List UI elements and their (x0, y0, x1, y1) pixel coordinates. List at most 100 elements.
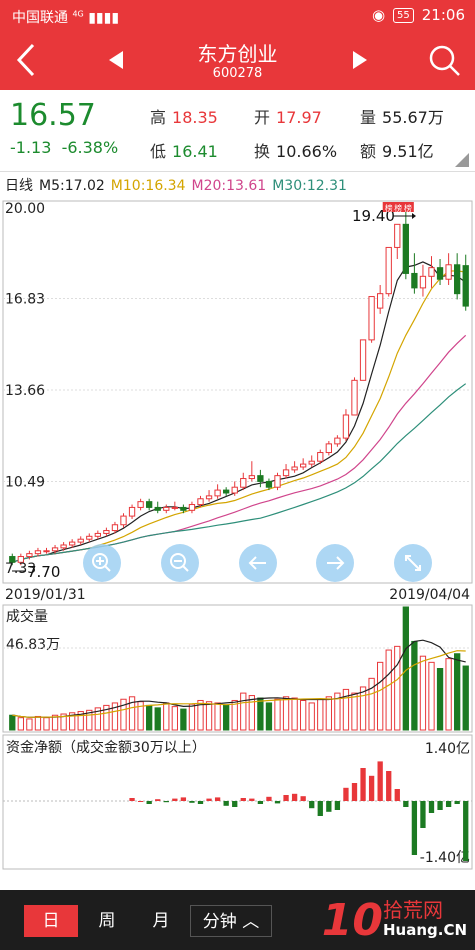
candle (428, 256, 435, 288)
candle (223, 487, 230, 496)
volume-bar (282, 696, 290, 731)
volume-bar (180, 708, 187, 731)
eye-icon: ◉ (371, 6, 386, 24)
amount-item: 额 9.51亿 (360, 142, 434, 161)
volume-bar (359, 686, 367, 731)
volume-bar (454, 653, 461, 731)
watermark-logo: 10 拾荒网 Huang.CN (321, 894, 467, 946)
volume-bar (385, 649, 392, 731)
stock-code: 600278 (212, 66, 263, 81)
next-stock-button[interactable] (340, 40, 380, 80)
volume-bar (325, 696, 332, 731)
y-tick-label: 20.00 (5, 201, 45, 217)
capital-bar (454, 801, 460, 804)
candle (154, 501, 161, 514)
volume-bar (248, 695, 255, 731)
candle (308, 455, 315, 467)
volume-bar (317, 698, 324, 731)
volume-bar (26, 718, 33, 731)
capital-bar (463, 801, 469, 861)
candle (385, 246, 392, 297)
capital-bar (137, 801, 144, 802)
ma10-line (12, 270, 466, 563)
volume-bar (351, 692, 358, 731)
candle (86, 533, 93, 543)
zoom-in-button[interactable] (83, 544, 121, 582)
candle (300, 458, 307, 470)
date-end-label: 2019/04/04 (389, 587, 470, 603)
volume-bar (205, 701, 213, 731)
low-item: 低 16.41 (150, 142, 218, 161)
search-button[interactable] (424, 40, 464, 80)
volume-bar (146, 704, 153, 731)
ma20-line (12, 334, 467, 563)
candle (77, 536, 84, 545)
capital-bar (403, 801, 409, 807)
arrow-left-button[interactable] (239, 544, 277, 582)
volume-bar (377, 661, 384, 731)
y-tick-label: 10.49 (5, 475, 45, 491)
volume-bar (428, 661, 435, 731)
arrow-right-button[interactable] (316, 544, 354, 582)
volume-bar (291, 697, 298, 731)
tab-month[interactable]: 月 (134, 905, 188, 937)
volume-bar (17, 717, 24, 731)
turnover-item: 换 10.66% (254, 142, 338, 161)
candle (282, 464, 290, 479)
expand-button[interactable] (394, 544, 432, 582)
capital-bar (326, 801, 332, 812)
price-change: -1.13 -6.38% (10, 138, 119, 157)
capital-bar (172, 798, 178, 801)
candle (368, 296, 375, 343)
period-label: 日线 (5, 178, 33, 194)
candle (359, 339, 367, 381)
clock: 21:06 (421, 6, 465, 24)
candle (445, 253, 452, 285)
tab-minute[interactable]: 分钟 ︿ (190, 905, 272, 937)
price-panel-frame (2, 200, 473, 584)
svg-text:榜: 榜 (385, 203, 393, 213)
chevron-up-icon: ︿ (242, 912, 260, 932)
triangle-right-icon (353, 51, 367, 69)
candle (94, 530, 101, 540)
capital-bar (428, 801, 435, 813)
volume-bar (274, 698, 281, 731)
capital-bar (129, 798, 135, 801)
tab-week[interactable]: 周 (80, 905, 134, 937)
battery-icon: 55 (393, 7, 414, 23)
capital-bar (206, 798, 212, 801)
capital-bar (437, 801, 443, 810)
date-start-label: 2019/01/31 (5, 587, 86, 603)
expand-corner-icon[interactable] (455, 152, 469, 171)
capital-bar (291, 793, 298, 801)
capital-bar (283, 795, 289, 801)
capital-bar (334, 801, 341, 810)
min-price-label: 7.70 (27, 563, 60, 581)
capital-bar (411, 801, 418, 855)
ma20-label: M20:13.61 (191, 178, 267, 194)
volume-bar (43, 717, 50, 731)
candle (43, 547, 50, 554)
volume-bar (154, 707, 161, 731)
capital-bar (317, 801, 323, 816)
capital-bar (377, 761, 383, 801)
capital-bar (249, 798, 255, 801)
candle (163, 504, 170, 514)
capital-bar (197, 801, 204, 804)
zoom-out-button[interactable] (161, 544, 199, 582)
volume-bar (411, 640, 418, 731)
volume-title: 成交量 (6, 608, 48, 625)
stock-name: 东方创业 (197, 42, 278, 66)
candle (419, 264, 427, 297)
candle (146, 498, 153, 511)
capital-bar (163, 801, 169, 803)
stock-header: 东方创业 600278 (0, 32, 475, 90)
capital-bar (266, 796, 272, 801)
candle (137, 498, 144, 511)
capital-bar (420, 801, 426, 828)
capital-bar (240, 798, 246, 801)
kline-chart[interactable]: 20.00 16.83 13.66 10.49 7.33 19.40 榜榜榜 7.70 … (0, 197, 475, 890)
tab-day[interactable]: 日 (24, 905, 78, 937)
volume-bar (120, 698, 127, 731)
candle (240, 472, 247, 491)
